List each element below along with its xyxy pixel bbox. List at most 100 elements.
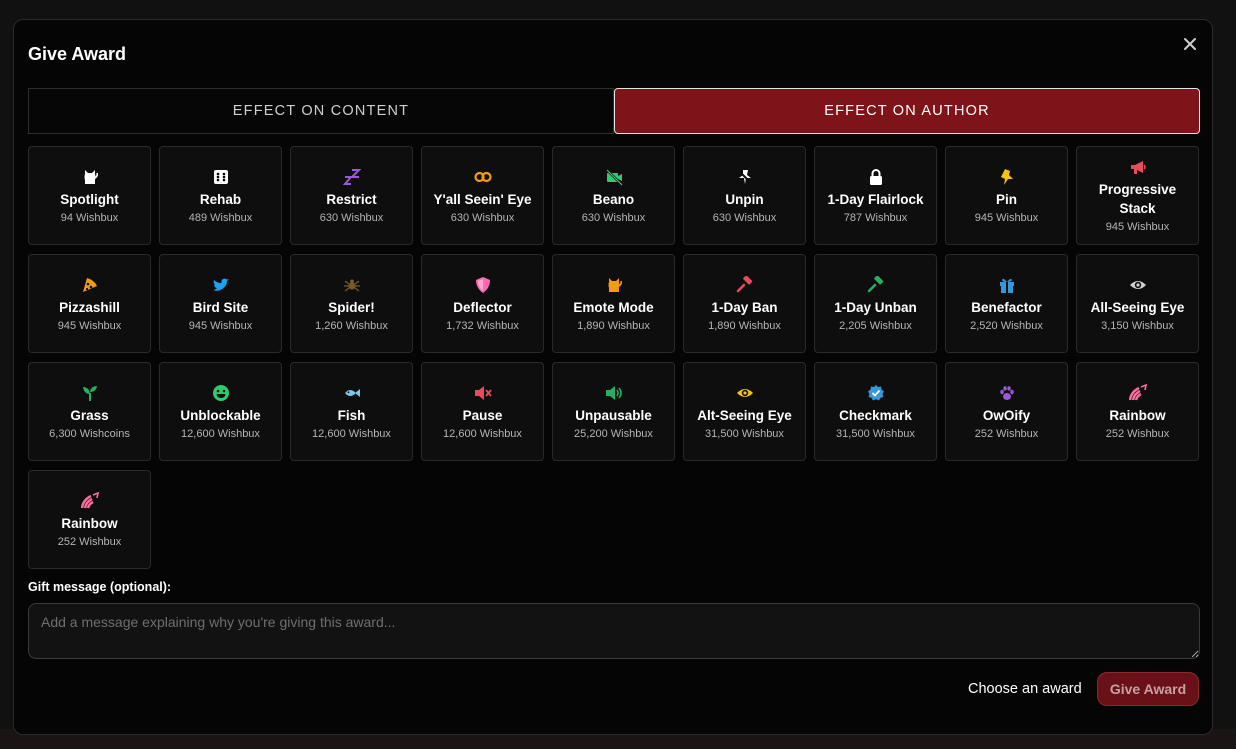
award-card[interactable]: Emote Mode 1,890 Wishbux <box>552 254 675 353</box>
award-name: Emote Mode <box>573 299 654 315</box>
award-card[interactable]: Unpausable 25,200 Wishbux <box>552 362 675 461</box>
award-name: 1-Day Unban <box>834 299 917 315</box>
award-name: 1-Day Ban <box>711 299 778 315</box>
award-price: 945 Wishbux <box>974 211 1039 224</box>
award-name: Benefactor <box>971 299 1042 315</box>
shield-icon <box>474 276 492 294</box>
pizza-icon <box>81 276 99 294</box>
award-card[interactable]: All-Seeing Eye 3,150 Wishbux <box>1076 254 1199 353</box>
award-name: Unblockable <box>180 407 261 423</box>
award-name: Rehab <box>199 191 242 207</box>
award-price: 94 Wishbux <box>60 211 119 224</box>
award-price: 3,150 Wishbux <box>1101 319 1174 332</box>
cat-icon <box>81 168 99 186</box>
award-price: 31,500 Wishbux <box>705 427 784 440</box>
award-name: Unpin <box>725 191 764 207</box>
award-name: Spotlight <box>60 191 119 207</box>
award-card[interactable]: Rainbow 252 Wishbux <box>1076 362 1199 461</box>
gavel-icon <box>867 275 885 294</box>
cat-icon <box>605 276 623 294</box>
award-card[interactable]: Rehab 489 Wishbux <box>159 146 282 245</box>
tab-effect-on-content[interactable]: EFFECT ON CONTENT <box>28 88 614 134</box>
give-award-button[interactable]: Give Award <box>1097 672 1199 706</box>
award-card[interactable]: Y'all Seein' Eye 630 Wishbux <box>421 146 544 245</box>
award-name: Pause <box>462 407 503 423</box>
award-price: 1,260 Wishbux <box>315 319 388 332</box>
award-status-text: Choose an award <box>968 681 1082 697</box>
award-card[interactable]: Deflector 1,732 Wishbux <box>421 254 544 353</box>
award-price: 489 Wishbux <box>188 211 253 224</box>
close-button[interactable] <box>1180 34 1200 54</box>
award-name: Alt-Seeing Eye <box>697 407 792 423</box>
award-card[interactable]: Benefactor 2,520 Wishbux <box>945 254 1068 353</box>
gavel-icon <box>736 275 754 294</box>
unpin-icon <box>735 167 754 186</box>
award-card[interactable]: 1-Day Flairlock 787 Wishbux <box>814 146 937 245</box>
fish-icon <box>343 384 361 402</box>
award-card[interactable]: Spotlight 94 Wishbux <box>28 146 151 245</box>
award-card[interactable]: Pin 945 Wishbux <box>945 146 1068 245</box>
award-price: 630 Wishbux <box>319 211 384 224</box>
award-name: Grass <box>70 407 109 423</box>
award-name: Rainbow <box>1109 407 1166 423</box>
award-name: Rainbow <box>61 515 118 531</box>
award-name: Y'all Seein' Eye <box>433 191 532 207</box>
dice-icon <box>212 168 230 186</box>
award-card[interactable]: Progressive Stack 945 Wishbux <box>1076 146 1199 245</box>
award-card[interactable]: Checkmark 31,500 Wishbux <box>814 362 937 461</box>
award-card[interactable]: Unblockable 12,600 Wishbux <box>159 362 282 461</box>
award-card[interactable]: Unpin 630 Wishbux <box>683 146 806 245</box>
award-price: 252 Wishbux <box>57 535 122 548</box>
award-price: 1,890 Wishbux <box>577 319 650 332</box>
award-card[interactable]: Beano 630 Wishbux <box>552 146 675 245</box>
award-name: Unpausable <box>575 407 652 423</box>
award-card[interactable]: Pizzashill 945 Wishbux <box>28 254 151 353</box>
tab-effect-on-author[interactable]: EFFECT ON AUTHOR <box>614 88 1200 134</box>
award-name: 1-Day Flairlock <box>827 191 924 207</box>
rainbow-icon <box>1128 383 1147 402</box>
award-name: All-Seeing Eye <box>1090 299 1185 315</box>
badge-check-icon <box>867 384 885 402</box>
mute-icon <box>474 384 492 402</box>
bird-icon <box>212 276 230 294</box>
award-card[interactable]: Fish 12,600 Wishbux <box>290 362 413 461</box>
award-price: 630 Wishbux <box>581 211 646 224</box>
close-icon <box>1184 38 1196 50</box>
award-name: Pizzashill <box>59 299 120 315</box>
award-name: Spider! <box>328 299 375 315</box>
award-name: Progressive Stack <box>1098 182 1177 216</box>
award-card[interactable]: Bird Site 945 Wishbux <box>159 254 282 353</box>
award-card[interactable]: Restrict 630 Wishbux <box>290 146 413 245</box>
award-card[interactable]: Grass 6,300 Wishcoins <box>28 362 151 461</box>
award-price: 630 Wishbux <box>450 211 515 224</box>
award-price: 6,300 Wishcoins <box>49 427 130 440</box>
paw-icon <box>998 384 1016 402</box>
gift-message-input[interactable] <box>28 603 1200 659</box>
award-price: 1,890 Wishbux <box>708 319 781 332</box>
award-price: 2,520 Wishbux <box>970 319 1043 332</box>
spider-icon <box>343 276 361 294</box>
award-name: Checkmark <box>839 407 912 423</box>
award-card[interactable]: 1-Day Ban 1,890 Wishbux <box>683 254 806 353</box>
award-price: 2,205 Wishbux <box>839 319 912 332</box>
award-card[interactable]: 1-Day Unban 2,205 Wishbux <box>814 254 937 353</box>
award-price: 945 Wishbux <box>188 319 253 332</box>
award-name: Deflector <box>453 299 512 315</box>
gift-icon <box>998 276 1016 294</box>
award-grid: Spotlight 94 Wishbux Rehab 489 Wishbux Restr… <box>28 146 1200 569</box>
award-card[interactable]: OwOify 252 Wishbux <box>945 362 1068 461</box>
award-card[interactable]: Pause 12,600 Wishbux <box>421 362 544 461</box>
award-price: 630 Wishbux <box>712 211 777 224</box>
award-name: Beano <box>592 191 635 207</box>
award-card[interactable]: Alt-Seeing Eye 31,500 Wishbux <box>683 362 806 461</box>
seedling-icon <box>81 384 99 402</box>
eye-icon <box>736 384 754 402</box>
award-price: 252 Wishbux <box>974 427 1039 440</box>
award-card[interactable]: Spider! 1,260 Wishbux <box>290 254 413 353</box>
award-price: 945 Wishbux <box>1105 221 1170 233</box>
award-price: 252 Wishbux <box>1105 427 1170 440</box>
award-card[interactable]: Rainbow 252 Wishbux <box>28 470 151 569</box>
award-name: Pin <box>995 191 1017 207</box>
effect-tabs: EFFECT ON CONTENT EFFECT ON AUTHOR <box>28 88 1200 134</box>
award-name: Fish <box>337 407 366 423</box>
